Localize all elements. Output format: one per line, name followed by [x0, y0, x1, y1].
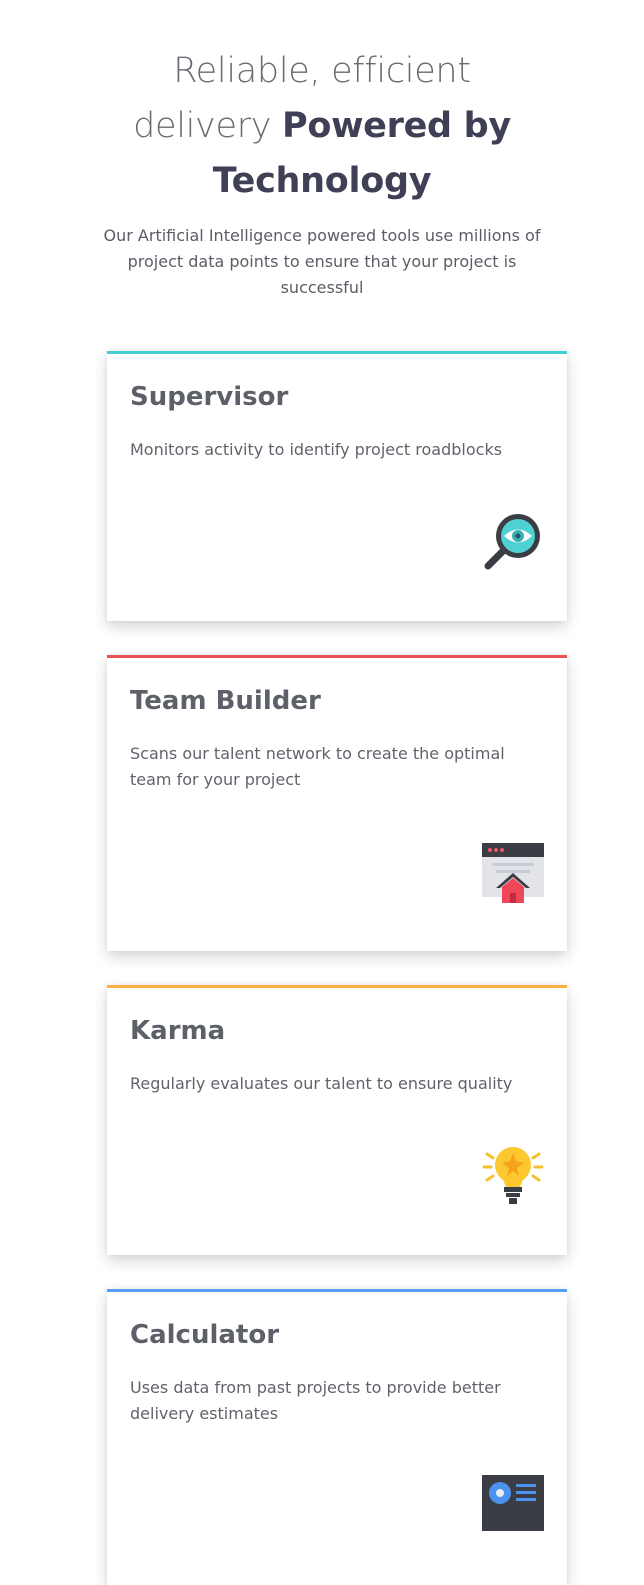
id-card-icon [482, 1475, 544, 1537]
card-description: Scans our talent network to create the o… [130, 744, 505, 789]
card-team-builder: Team Builder Scans our talent network to… [107, 655, 567, 951]
card-supervisor: Supervisor Monitors activity to identify… [107, 351, 567, 621]
page-subheadline: Our Artificial Intelligence powered tool… [103, 226, 541, 297]
card-title: Karma [130, 1016, 226, 1046]
magnifier-eye-icon [482, 510, 544, 572]
card-calculator: Calculator Uses data from past projects … [107, 1289, 567, 1585]
lightbulb-icon [482, 1143, 544, 1205]
card-description: Regularly evaluates our talent to ensure… [130, 1074, 513, 1093]
card-title: Team Builder [130, 686, 321, 716]
card-description: Monitors activity to identify project ro… [130, 440, 503, 459]
card-title: Supervisor [130, 382, 289, 412]
intro-section: Reliable, efficient delivery Powered by … [0, 44, 644, 301]
card-karma: Karma Regularly evaluates our talent to … [107, 985, 567, 1255]
card-description: Uses data from past projects to provide … [130, 1378, 501, 1423]
browser-window-house-icon [482, 841, 544, 903]
card-title: Calculator [130, 1320, 280, 1350]
page-headline: Reliable, efficient delivery Powered by … [112, 44, 532, 209]
